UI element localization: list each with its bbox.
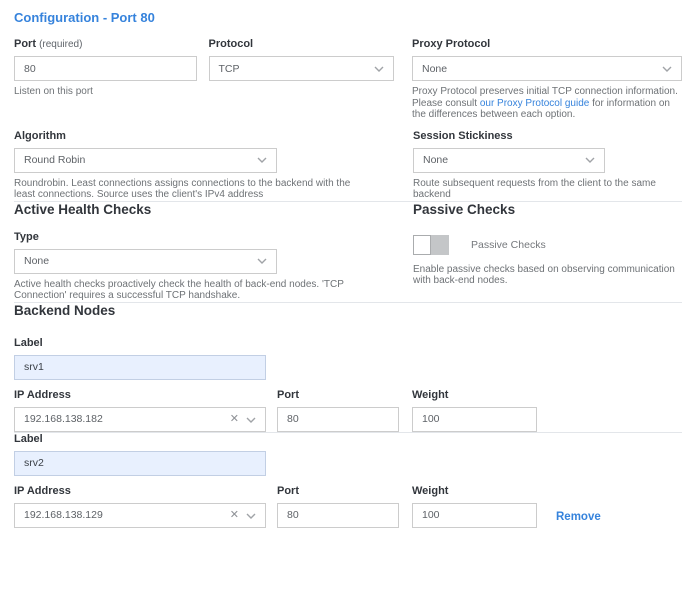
node1-port-input[interactable] — [277, 407, 399, 432]
node2-port-label: Port — [277, 485, 399, 498]
remove-node-button[interactable]: Remove — [556, 511, 601, 528]
chevron-down-icon — [257, 255, 267, 267]
health-check-type-selected-value: None — [24, 255, 49, 267]
port-protocol-row: Port (required) Listen on this port Prot… — [14, 38, 682, 121]
node1-ip-field-group: IP Address ✕ — [14, 389, 266, 432]
protocol-select[interactable]: TCP — [209, 56, 395, 81]
health-checks-section: Active Health Checks Type None Active he… — [14, 202, 682, 302]
port-helper-text: Listen on this port — [14, 86, 197, 98]
config-panel-title[interactable]: Configuration - Port 80 — [14, 10, 682, 25]
node2-weight-label: Weight — [412, 485, 537, 498]
node2-port-input[interactable] — [277, 503, 399, 528]
node1-address-row: IP Address ✕ Port Weight — [14, 389, 682, 432]
proxy-protocol-select[interactable]: None — [412, 56, 682, 81]
algorithm-stickiness-row: Algorithm Round Robin Roundrobin. Least … — [14, 130, 682, 201]
session-stickiness-select[interactable]: None — [413, 148, 605, 173]
session-stickiness-label: Session Stickiness — [413, 130, 682, 143]
chevron-down-icon — [662, 63, 672, 75]
algorithm-selected-value: Round Robin — [24, 154, 85, 166]
clear-icon[interactable]: ✕ — [228, 510, 246, 521]
node2-label-label: Label — [14, 433, 682, 446]
node2-ip-combobox[interactable]: ✕ — [14, 503, 266, 528]
proxy-protocol-label: Proxy Protocol — [412, 38, 682, 51]
node2-label-input[interactable] — [14, 451, 266, 476]
backend-node-1: Label IP Address ✕ Port Weight — [14, 337, 682, 432]
node1-port-label: Port — [277, 389, 399, 402]
passive-checks-toggle-label: Passive Checks — [471, 239, 546, 251]
passive-checks-heading: Passive Checks — [413, 202, 682, 218]
algorithm-helper-text: Roundrobin. Least connections assigns co… — [14, 178, 359, 201]
port-input[interactable] — [14, 56, 197, 81]
algorithm-select[interactable]: Round Robin — [14, 148, 277, 173]
passive-checks-helper-text: Enable passive checks based on observing… — [413, 264, 680, 287]
health-check-type-label: Type — [14, 231, 413, 244]
node2-weight-field-group: Weight — [412, 485, 537, 528]
backend-nodes-heading: Backend Nodes — [14, 303, 682, 319]
protocol-field-group: Protocol TCP — [209, 38, 395, 81]
session-stickiness-field-group: Session Stickiness None Route subsequent… — [413, 130, 682, 201]
node1-weight-field-group: Weight — [412, 389, 537, 432]
passive-checks-toggle[interactable] — [413, 235, 449, 255]
health-check-type-select[interactable]: None — [14, 249, 277, 274]
proxy-protocol-field-group: Proxy Protocol None Proxy Protocol prese… — [412, 38, 682, 121]
node2-address-row: IP Address ✕ Port Weight Remove — [14, 485, 682, 528]
port-label: Port (required) — [14, 38, 197, 51]
chevron-down-icon — [374, 63, 384, 75]
protocol-label: Protocol — [209, 38, 395, 51]
node1-weight-input[interactable] — [412, 407, 537, 432]
port-label-text: Port — [14, 38, 36, 50]
clear-icon[interactable]: ✕ — [228, 414, 246, 425]
node1-label-label: Label — [14, 337, 682, 350]
node1-port-field-group: Port — [277, 389, 399, 432]
proxy-protocol-helper-text: Proxy Protocol preserves initial TCP con… — [412, 86, 684, 121]
port-field-group: Port (required) Listen on this port — [14, 38, 197, 98]
node1-label-field-group: Label — [14, 337, 682, 380]
algorithm-field-group: Algorithm Round Robin Roundrobin. Least … — [14, 130, 413, 201]
proxy-protocol-selected-value: None — [422, 63, 447, 75]
session-stickiness-helper-text: Route subsequent requests from the clien… — [413, 178, 663, 201]
passive-checks-group: Passive Checks Passive Checks Enable pas… — [413, 202, 682, 287]
node2-ip-input[interactable] — [15, 504, 228, 527]
active-health-checks-group: Active Health Checks Type None Active he… — [14, 202, 413, 302]
session-stickiness-selected-value: None — [423, 154, 448, 166]
nodebalancer-config-form: Configuration - Port 80 Port (required) … — [0, 0, 694, 528]
port-required-note: (required) — [39, 39, 82, 50]
node1-ip-label: IP Address — [14, 389, 266, 402]
chevron-down-icon — [257, 154, 267, 166]
chevron-down-icon[interactable] — [246, 410, 256, 428]
passive-checks-toggle-row: Passive Checks — [413, 235, 682, 255]
node2-weight-input[interactable] — [412, 503, 537, 528]
node2-ip-label: IP Address — [14, 485, 266, 498]
chevron-down-icon[interactable] — [246, 506, 256, 524]
chevron-down-icon — [585, 154, 595, 166]
backend-node-2: Label IP Address ✕ Port Weight — [14, 433, 682, 528]
proxy-protocol-guide-link[interactable]: our Proxy Protocol guide — [480, 98, 590, 109]
node2-ip-field-group: IP Address ✕ — [14, 485, 266, 528]
node1-label-input[interactable] — [14, 355, 266, 380]
node1-ip-combobox[interactable]: ✕ — [14, 407, 266, 432]
port-required-text: (required) — [39, 39, 82, 50]
node2-label-field-group: Label — [14, 433, 682, 476]
protocol-selected-value: TCP — [219, 63, 240, 75]
node1-ip-input[interactable] — [15, 408, 228, 431]
toggle-knob — [413, 235, 431, 255]
algorithm-label: Algorithm — [14, 130, 413, 143]
active-health-checks-heading: Active Health Checks — [14, 202, 413, 218]
active-health-checks-helper-text: Active health checks proactively check t… — [14, 279, 354, 302]
node1-weight-label: Weight — [412, 389, 537, 402]
node2-port-field-group: Port — [277, 485, 399, 528]
